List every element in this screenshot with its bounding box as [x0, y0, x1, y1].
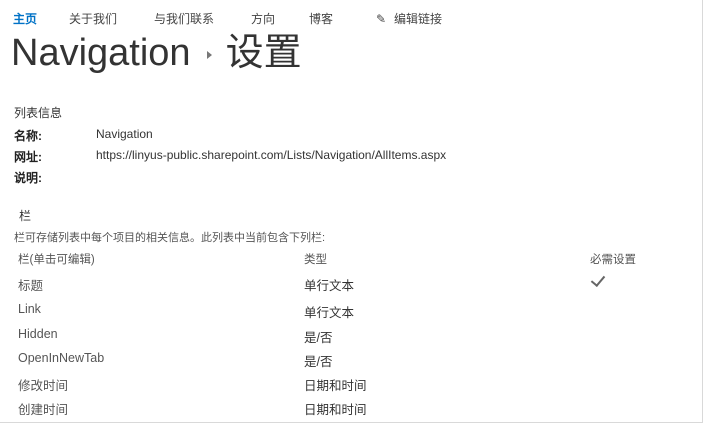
list-info-value: Navigation [96, 127, 153, 141]
table-row: OpenInNewTab 是/否 [0, 351, 700, 375]
breadcrumb-arrow-icon [206, 50, 212, 59]
list-info-heading: 列表信息 [14, 106, 63, 120]
column-name-link[interactable]: 修改时间 [18, 375, 68, 394]
column-name-link[interactable]: Hidden [18, 327, 58, 341]
column-type: 单行文本 [304, 279, 355, 293]
nav-item-home[interactable]: 主页 [13, 10, 37, 27]
column-type: 单行文本 [304, 306, 355, 320]
breadcrumb-current: 设置 [225, 32, 302, 74]
column-name-link[interactable]: OpenInNewTab [18, 351, 104, 365]
table-row: 标题 单行文本 [0, 271, 700, 299]
table-row: 修改时间 日期和时间 [0, 375, 700, 399]
nav-item-blog[interactable]: 博客 [309, 10, 333, 27]
column-name-link[interactable]: Link [18, 302, 41, 316]
pencil-icon: ✎ [376, 12, 387, 26]
column-type: 是/否 [304, 331, 333, 345]
table-row: 创建时间 日期和时间 [0, 399, 700, 423]
nav-item-direction[interactable]: 方向 [251, 10, 275, 27]
column-name-link[interactable]: 标题 [18, 275, 43, 294]
columns-description: 栏可存储列表中每个项目的相关信息。此列表中当前包含下列栏: [14, 232, 326, 244]
column-name-link[interactable]: 创建时间 [18, 399, 68, 418]
nav-item-contact[interactable]: 与我们联系 [154, 10, 214, 27]
edit-links-button[interactable]: ✎ 编辑链接 [376, 10, 442, 27]
list-info-label: 名称: [14, 129, 42, 143]
columns-heading: 栏 [19, 209, 32, 223]
table-row: Hidden 是/否 [0, 327, 700, 351]
required-checkmark-icon [590, 271, 606, 289]
edit-links-label: 编辑链接 [394, 12, 443, 26]
column-header-name: 栏(单击可编辑) [18, 254, 95, 266]
column-type: 是/否 [304, 355, 333, 369]
column-header-required: 必需设置 [590, 254, 636, 266]
table-row: Link 单行文本 [0, 302, 700, 326]
list-url-link[interactable]: https://linyus-public.sharepoint.com/Lis… [96, 148, 446, 162]
list-info-label: 说明: [14, 171, 42, 185]
column-header-type: 类型 [304, 254, 327, 266]
breadcrumb-list-link[interactable]: Navigation [11, 32, 191, 74]
page-title: Navigation 设置 [11, 30, 302, 76]
nav-item-about[interactable]: 关于我们 [69, 10, 117, 27]
list-info-label: 网址: [14, 150, 42, 164]
column-type: 日期和时间 [304, 379, 367, 393]
column-type: 日期和时间 [304, 403, 367, 417]
